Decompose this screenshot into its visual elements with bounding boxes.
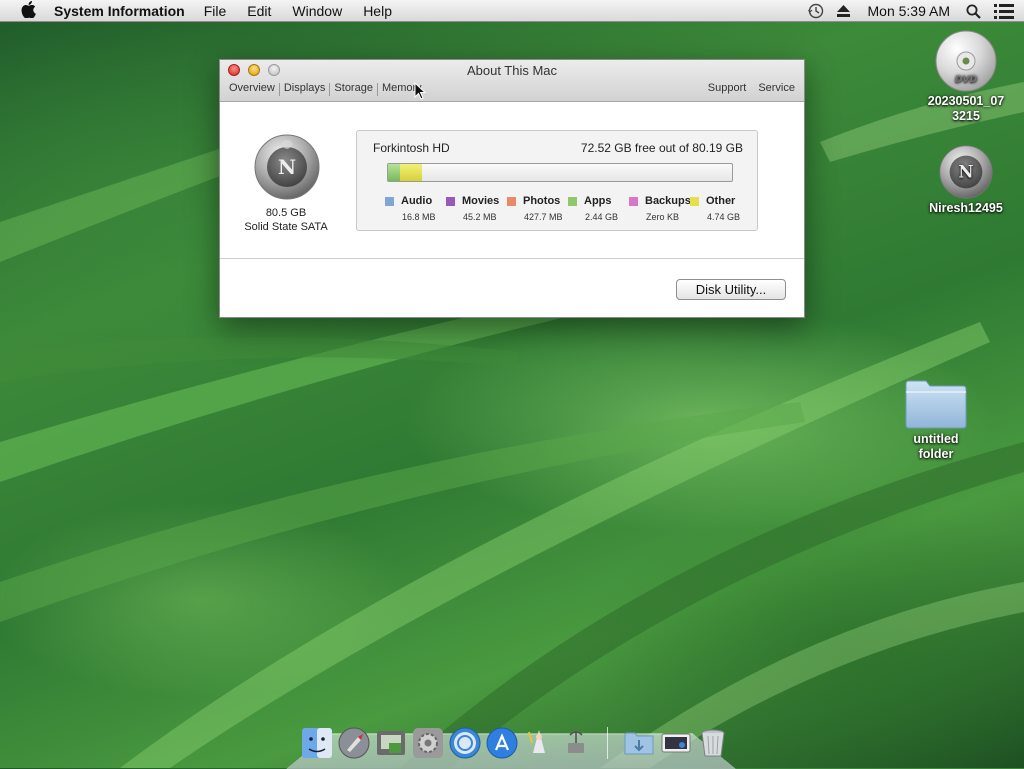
time-machine-icon[interactable] <box>802 0 830 22</box>
legend-size: 4.74 GB <box>707 212 741 222</box>
legend-size: 2.44 GB <box>585 212 619 222</box>
storage-legend: Audio 16.8 MB Movies 45.2 MB Photos 427.… <box>385 194 751 224</box>
legend-label: Audio <box>401 195 433 207</box>
apple-icon <box>21 0 36 21</box>
desktop-hard-drive-item[interactable]: N Niresh12495 <box>920 145 1012 216</box>
legend-item-apps: Apps 2.44 GB <box>568 194 628 224</box>
menu-window[interactable]: Window <box>292 3 342 19</box>
dock <box>300 723 733 763</box>
launchpad-icon[interactable] <box>337 726 371 760</box>
legend-swatch <box>507 197 516 206</box>
menu-bar: System Information File Edit Window Help… <box>0 0 1024 22</box>
hard-drive-icon: N <box>939 145 993 199</box>
window-title: About This Mac <box>466 63 558 78</box>
divider <box>220 258 804 259</box>
legend-swatch <box>690 197 699 206</box>
free-space: 72.52 GB free out of 80.19 GB <box>580 141 743 155</box>
menu-help[interactable]: Help <box>363 3 392 19</box>
legend-label: Photos <box>523 195 561 207</box>
legend-size: 16.8 MB <box>402 212 436 222</box>
legend-label: Movies <box>462 195 500 207</box>
storage-content: N 80.5 GB Solid State SATA Forkintosh HD… <box>220 102 804 318</box>
system-preferences-icon[interactable] <box>411 726 445 760</box>
about-this-mac-window: About This Mac Overview Displays Storage… <box>219 59 805 318</box>
app-menu-system-information[interactable]: System Information <box>54 3 185 19</box>
menu-file[interactable]: File <box>204 3 227 19</box>
svg-text:N: N <box>959 163 974 182</box>
disk-capacity: 80.5 GB <box>265 207 307 219</box>
dock-separator <box>607 727 608 759</box>
desktop-folder-item[interactable]: untitled folder <box>896 378 976 462</box>
legend-label: Backups <box>645 195 691 207</box>
legend-label: Apps <box>584 195 612 207</box>
folder-icon <box>904 378 968 430</box>
desktop-dvd-item[interactable]: DVD 20230501_07 3215 <box>920 30 1012 124</box>
preview-icon[interactable] <box>659 726 693 760</box>
desktop-item-label: untitled <box>913 432 959 446</box>
storage-usage-bar <box>387 163 733 182</box>
menu-edit[interactable]: Edit <box>247 3 271 19</box>
bar-segment-other <box>400 164 422 181</box>
legend-swatch <box>446 197 455 206</box>
downloads-folder-icon[interactable] <box>622 726 656 760</box>
hard-drive-icon: N <box>254 134 320 200</box>
wizard-icon[interactable] <box>522 726 556 760</box>
legend-label: Other <box>706 195 736 207</box>
app-store-icon[interactable] <box>485 726 519 760</box>
storage-panel: Forkintosh HD 72.52 GB free out of 80.19… <box>356 130 758 231</box>
legend-size: Zero KB <box>646 212 680 222</box>
apple-menu[interactable] <box>10 0 46 22</box>
menubar-clock[interactable]: Mon 5:39 AM <box>868 3 951 19</box>
tab-bar: Overview Displays Storage Memory <box>229 82 426 96</box>
eject-icon[interactable] <box>830 0 858 22</box>
support-links: Support Service <box>708 82 795 94</box>
legend-item-other: Other 4.74 GB <box>690 194 750 224</box>
disk-type: Solid State SATA <box>244 221 328 233</box>
legend-swatch <box>568 197 577 206</box>
trash-icon[interactable] <box>696 726 730 760</box>
window-titlebar[interactable]: About This Mac Overview Displays Storage… <box>220 60 804 102</box>
safari-icon[interactable] <box>448 726 482 760</box>
svg-text:N: N <box>278 155 296 179</box>
dvd-disc-icon: DVD <box>935 30 997 92</box>
tab-separator <box>278 83 280 96</box>
legend-size: 427.7 MB <box>524 212 563 222</box>
desktop-item-label: folder <box>918 447 954 461</box>
spotlight-search-icon[interactable] <box>962 0 984 22</box>
tab-storage[interactable]: Storage <box>334 82 377 96</box>
desktop-item-label: Niresh12495 <box>929 201 1003 215</box>
network-utility-icon[interactable] <box>559 726 593 760</box>
service-link[interactable]: Service <box>758 82 795 94</box>
mouse-cursor-icon <box>414 81 427 100</box>
tab-separator <box>329 83 331 96</box>
disk-utility-button[interactable]: Disk Utility... <box>676 279 786 300</box>
tab-displays[interactable]: Displays <box>284 82 330 96</box>
tab-overview[interactable]: Overview <box>229 82 279 96</box>
svg-text:DVD: DVD <box>955 75 977 85</box>
image-capture-icon[interactable] <box>374 726 408 760</box>
legend-item-audio: Audio 16.8 MB <box>385 194 445 224</box>
finder-icon[interactable] <box>300 726 334 760</box>
legend-size: 45.2 MB <box>463 212 497 222</box>
tab-separator <box>376 83 378 96</box>
drive-name: Forkintosh HD <box>373 141 450 155</box>
notification-list-icon[interactable] <box>984 0 1024 22</box>
desktop-item-label: 20230501_07 <box>927 94 1005 108</box>
legend-item-movies: Movies 45.2 MB <box>446 194 506 224</box>
support-link[interactable]: Support <box>708 82 747 94</box>
bar-segment-apps <box>388 164 400 181</box>
legend-swatch <box>629 197 638 206</box>
desktop-item-label: 3215 <box>952 109 980 123</box>
legend-item-photos: Photos 427.7 MB <box>507 194 567 224</box>
legend-item-backups: Backups Zero KB <box>629 194 691 224</box>
legend-swatch <box>385 197 394 206</box>
